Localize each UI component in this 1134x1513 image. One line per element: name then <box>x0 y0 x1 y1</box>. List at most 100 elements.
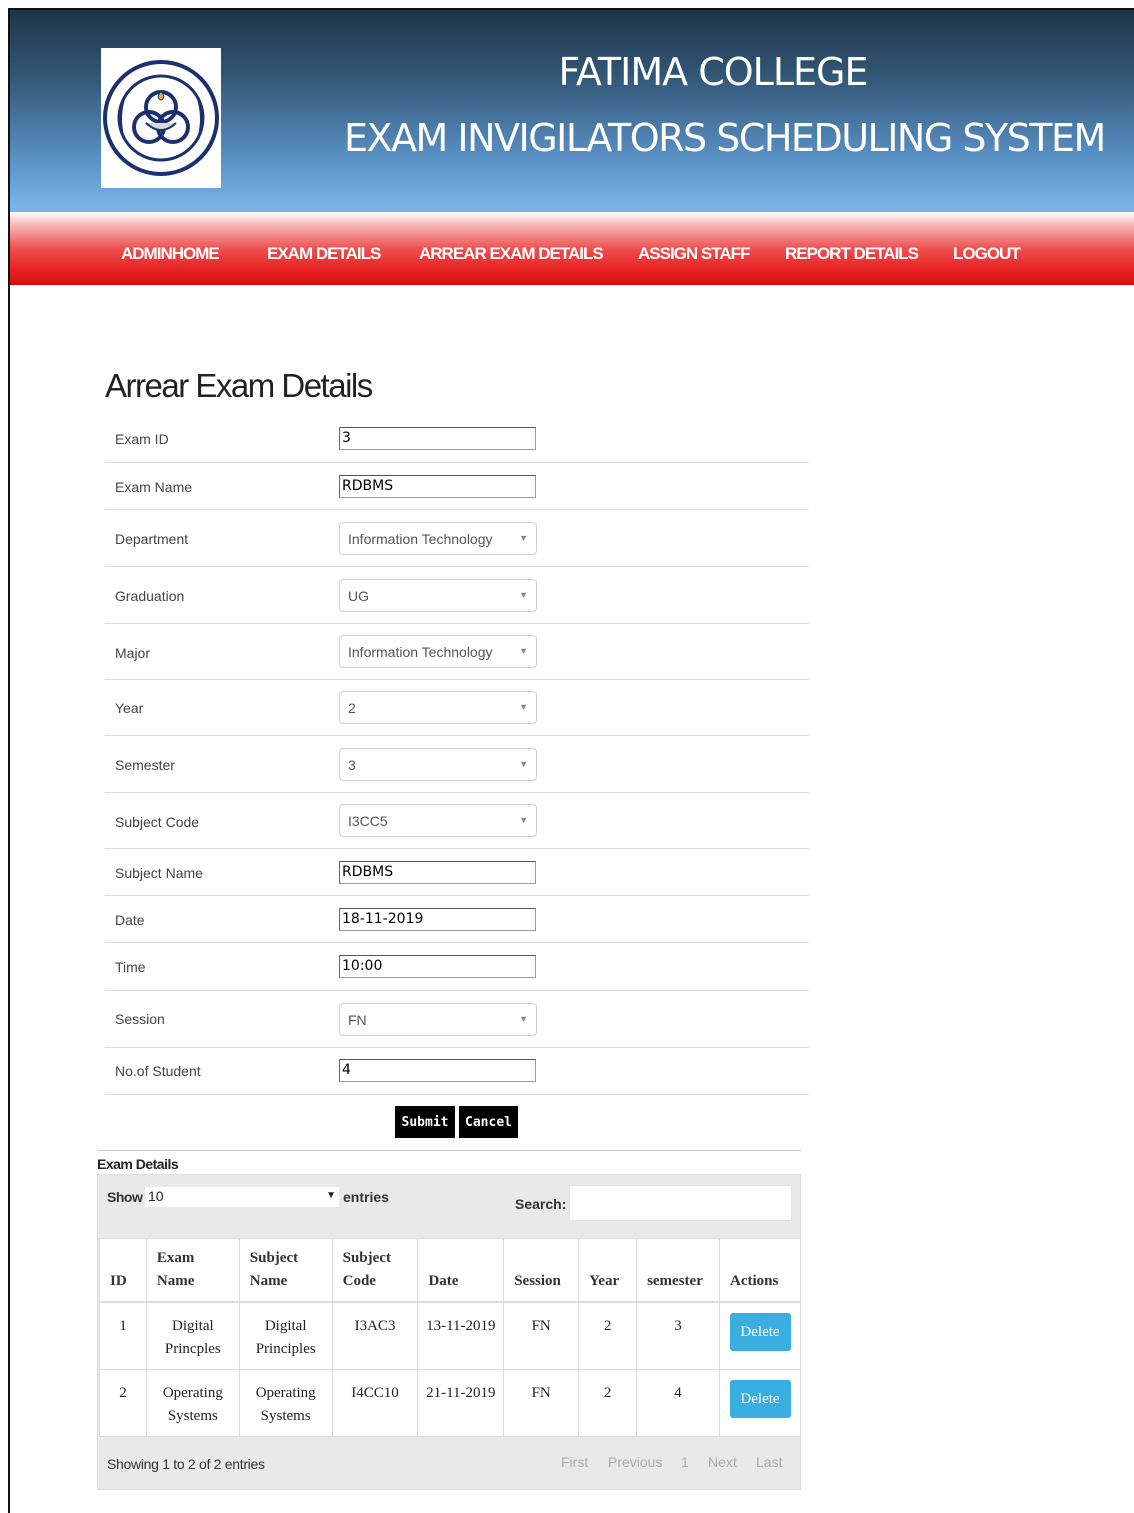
chevron-down-icon: ▼ <box>519 590 528 600</box>
graduation-select[interactable]: UG ▼ <box>339 579 537 612</box>
subject-code-value: I3CC5 <box>348 813 388 829</box>
page-title: Arrear Exam Details <box>105 367 373 404</box>
cell-semester: 3 <box>636 1301 720 1370</box>
pagination-next[interactable]: Next <box>708 1454 737 1470</box>
page-length-select[interactable]: 10 ▼ <box>145 1187 339 1207</box>
college-title: FATIMA COLLEGE <box>558 50 869 94</box>
column-header[interactable]: Date <box>417 1238 505 1303</box>
cell-exam-name: Operating Systems <box>145 1368 240 1437</box>
pagination-previous[interactable]: Previous <box>608 1454 662 1470</box>
exam-details-heading: Exam Details <box>97 1156 179 1172</box>
show-label: Show <box>107 1189 143 1205</box>
cancel-button[interactable]: Cancel <box>459 1106 518 1138</box>
major-label: Major <box>115 645 151 661</box>
section-divider <box>97 1150 801 1151</box>
column-header[interactable]: Actions <box>719 1238 801 1303</box>
chevron-down-icon: ▼ <box>519 646 528 656</box>
major-select[interactable]: Information Technology ▼ <box>339 635 537 668</box>
pagination-page-1[interactable]: 1 <box>681 1454 689 1470</box>
exam-name-label: Exam Name <box>115 479 193 495</box>
cell-subject-code: I3AC3 <box>331 1301 419 1370</box>
cell-session: FN <box>503 1368 580 1437</box>
time-label: Time <box>115 959 146 975</box>
chevron-down-icon: ▼ <box>519 1014 528 1024</box>
pagination-last[interactable]: Last <box>756 1454 782 1470</box>
graduation-value: UG <box>348 588 369 604</box>
year-label: Year <box>115 700 144 716</box>
cell-date: 21-11-2019 <box>417 1368 505 1437</box>
date-input[interactable]: 18-11-2019 <box>339 908 536 931</box>
cell-actions: Delete <box>719 1368 801 1437</box>
session-label: Session <box>115 1011 165 1027</box>
column-header[interactable]: Subject Code <box>331 1238 419 1303</box>
nav-assign-staff[interactable]: ASSIGN STAFF <box>638 244 750 264</box>
exam-id-input[interactable]: 3 <box>339 427 536 450</box>
exam-name-input[interactable]: RDBMS <box>339 475 536 498</box>
page-length-value: 10 <box>148 1188 164 1204</box>
form-row-year: Year 2 ▼ <box>105 680 809 736</box>
nav-logout[interactable]: LOGOUT <box>953 244 1021 264</box>
delete-button[interactable]: Delete <box>729 1379 791 1418</box>
column-header[interactable]: Year <box>578 1238 638 1303</box>
cell-year: 2 <box>578 1368 638 1437</box>
semester-select[interactable]: 3 ▼ <box>339 748 537 781</box>
form-row-no-of-student: No.of Student 4 <box>105 1048 809 1095</box>
year-value: 2 <box>348 700 356 716</box>
graduation-label: Graduation <box>115 588 185 604</box>
year-select[interactable]: 2 ▼ <box>339 691 537 724</box>
delete-button[interactable]: Delete <box>729 1313 791 1351</box>
cell-subject-name: Digital Principles <box>238 1301 333 1370</box>
form-row-major: Major Information Technology ▼ <box>105 624 809 680</box>
nav-exam-details[interactable]: EXAM DETAILS <box>267 244 381 264</box>
no-of-student-label: No.of Student <box>115 1063 201 1079</box>
session-value: FN <box>348 1012 367 1028</box>
form-row-session: Session FN ▼ <box>105 991 809 1048</box>
exam-details-datatable: Show 10 ▼ entries Search: ID Exam Name S… <box>97 1174 801 1490</box>
nav-report-details[interactable]: REPORT DETAILS <box>785 244 919 264</box>
column-header[interactable]: Subject Name <box>238 1238 333 1303</box>
subject-name-label: Subject Name <box>115 865 203 881</box>
column-header[interactable]: Exam Name <box>145 1238 240 1303</box>
subject-code-select[interactable]: I3CC5 ▼ <box>339 804 537 837</box>
chevron-down-icon: ▼ <box>519 815 528 825</box>
exam-id-label: Exam ID <box>115 431 169 447</box>
column-header[interactable]: semester <box>636 1238 720 1303</box>
form-row-subject-code: Subject Code I3CC5 ▼ <box>105 793 809 849</box>
table-row: 1 Digital Princples Digital Principles I… <box>99 1301 801 1370</box>
cell-subject-code: I4CC10 <box>331 1368 419 1437</box>
site-header: FATIMA COLLEGE EXAM INVIGILATORS SCHEDUL… <box>10 10 1134 212</box>
table-header-row: ID Exam Name Subject Name Subject Code D… <box>99 1238 801 1303</box>
semester-value: 3 <box>348 757 356 773</box>
table-info: Showing 1 to 2 of 2 entries <box>107 1456 265 1472</box>
main-navbar: ADMINHOME EXAM DETAILS ARREAR EXAM DETAI… <box>10 212 1134 285</box>
no-of-student-input[interactable]: 4 <box>339 1059 536 1082</box>
cell-exam-name: Digital Princples <box>145 1301 240 1370</box>
cell-actions: Delete <box>719 1301 801 1370</box>
submit-button[interactable]: Submit <box>395 1106 455 1138</box>
nav-adminhome[interactable]: ADMINHOME <box>121 244 220 264</box>
cell-subject-name: Operating Systems <box>238 1368 333 1437</box>
session-select[interactable]: FN ▼ <box>339 1003 537 1036</box>
department-label: Department <box>115 531 189 547</box>
system-title: EXAM INVIGILATORS SCHEDULING SYSTEM <box>344 116 1106 160</box>
column-header[interactable]: Session <box>503 1238 580 1303</box>
chevron-down-icon: ▼ <box>519 533 528 543</box>
department-select[interactable]: Information Technology ▼ <box>339 522 537 555</box>
chevron-down-icon: ▼ <box>519 759 528 769</box>
column-header[interactable]: ID <box>99 1238 147 1303</box>
nav-arrear-exam-details[interactable]: ARREAR EXAM DETAILS <box>419 244 604 264</box>
form-row-exam-name: Exam Name RDBMS <box>105 463 809 510</box>
entries-label: entries <box>343 1189 389 1205</box>
time-input[interactable]: 10:00 <box>339 955 536 978</box>
search-input[interactable] <box>569 1185 792 1221</box>
form-row-graduation: Graduation UG ▼ <box>105 567 809 624</box>
cell-semester: 4 <box>636 1368 720 1437</box>
form-row-exam-id: Exam ID 3 <box>105 415 809 463</box>
subject-code-label: Subject Code <box>115 814 200 830</box>
chevron-down-icon: ▼ <box>326 1190 336 1201</box>
pagination-first[interactable]: First <box>561 1454 588 1470</box>
form-row-date: Date 18-11-2019 <box>105 896 809 943</box>
subject-name-input[interactable]: RDBMS <box>339 861 536 884</box>
form-row-subject-name: Subject Name RDBMS <box>105 849 809 896</box>
cell-id: 2 <box>99 1368 147 1437</box>
